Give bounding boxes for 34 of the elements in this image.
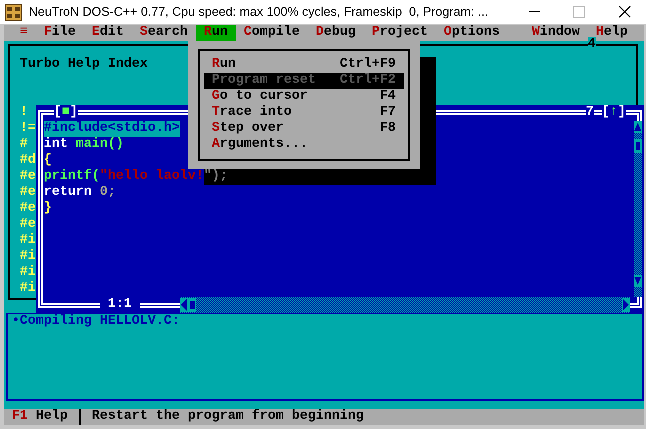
code-line: return 0; bbox=[44, 185, 116, 201]
help-label: Help bbox=[36, 409, 68, 425]
message-line: •Compiling HELLOLV.C: bbox=[12, 314, 180, 330]
menu-item[interactable]: Arguments... bbox=[204, 137, 404, 153]
code-line: } bbox=[44, 201, 52, 217]
zoom-box[interactable]: [↑] bbox=[602, 105, 626, 121]
menu-item[interactable]: Compile bbox=[236, 25, 308, 41]
close-box[interactable]: [■] bbox=[54, 105, 78, 121]
scroll-right-icon[interactable] bbox=[622, 298, 630, 312]
menu-item[interactable]: Edit bbox=[84, 25, 132, 41]
menu-item[interactable]: Project bbox=[364, 25, 436, 41]
menu-item[interactable]: Step over F8 bbox=[204, 121, 404, 137]
scroll-thumb[interactable] bbox=[188, 298, 196, 312]
scroll-thumb[interactable] bbox=[634, 139, 642, 153]
scroll-left-icon[interactable] bbox=[180, 298, 188, 312]
close-icon[interactable] bbox=[619, 6, 631, 18]
status-message: Restart the program from beginning bbox=[92, 409, 364, 425]
scroll-up-icon[interactable] bbox=[634, 121, 642, 133]
scroll-down-icon[interactable] bbox=[634, 275, 642, 287]
menu-item[interactable]: Debug bbox=[308, 25, 364, 41]
code-line: printf("hello laolv!"); bbox=[44, 169, 228, 185]
menu-item[interactable]: Search bbox=[132, 25, 196, 41]
code-line: { bbox=[44, 153, 52, 169]
code-line: int main() bbox=[44, 137, 124, 153]
window-title: NeuTroN DOS-C++ 0.77, Cpu speed: max 100% cycles, Frameskip 0, Program: ... bbox=[29, 5, 488, 19]
menu-item[interactable]: Run bbox=[196, 25, 236, 41]
menu-item[interactable]: Window bbox=[524, 25, 588, 41]
menu-item[interactable]: Run Ctrl+F9 bbox=[204, 57, 404, 73]
menu-item[interactable]: Trace into F7 bbox=[204, 105, 404, 121]
menu-item[interactable]: File bbox=[36, 25, 84, 41]
app-icon bbox=[5, 4, 22, 20]
menu-item[interactable]: Go to cursor F4 bbox=[204, 89, 404, 105]
help-title: Turbo Help Index bbox=[20, 57, 148, 73]
menu-item[interactable]: Options bbox=[436, 25, 508, 41]
